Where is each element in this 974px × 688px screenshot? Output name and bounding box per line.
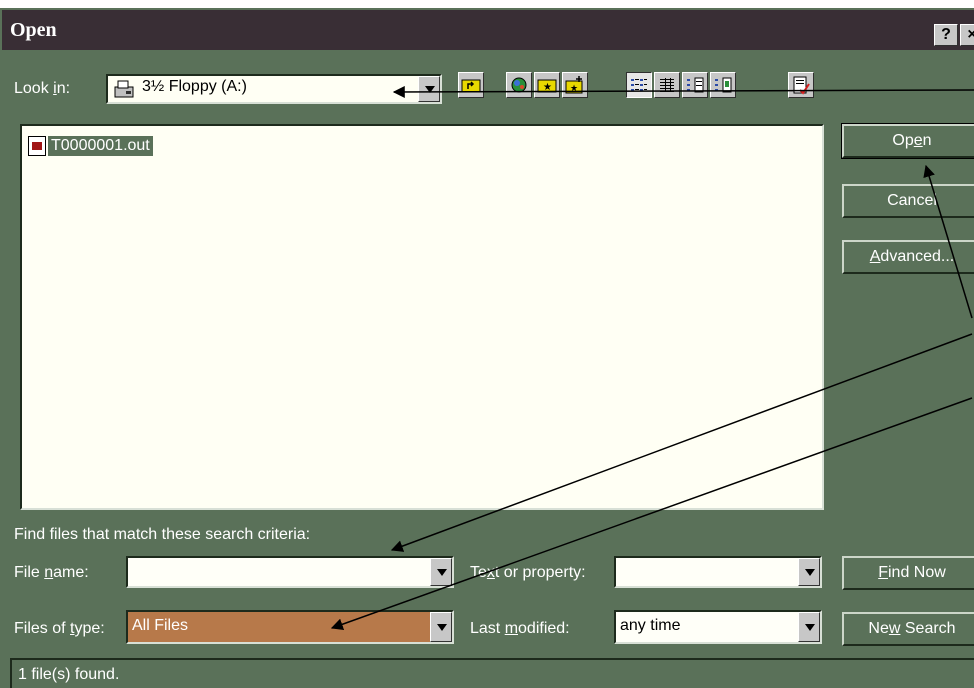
file-name-label: File name: xyxy=(14,564,89,581)
files-of-type-dropdown-arrow[interactable] xyxy=(430,612,452,642)
preview-view-icon[interactable] xyxy=(710,72,736,98)
look-in-dropdown-arrow[interactable] xyxy=(418,76,440,102)
look-in-value: 3½ Floppy (A:) xyxy=(142,78,247,95)
commands-and-settings-icon[interactable] xyxy=(788,72,814,98)
open-dialog: Open ? × Look in: 3½ Floppy (A:) ★ ★ T00… xyxy=(0,0,974,688)
text-property-label: Text or property: xyxy=(470,564,586,581)
look-in-combo[interactable]: 3½ Floppy (A:) xyxy=(106,74,442,104)
close-button[interactable]: × xyxy=(960,24,974,46)
text-property-dropdown-arrow[interactable] xyxy=(798,558,820,586)
help-button[interactable]: ? xyxy=(934,24,958,46)
search-web-icon[interactable] xyxy=(506,72,532,98)
files-of-type-combo[interactable]: All Files xyxy=(126,610,454,644)
out-file-icon xyxy=(28,136,46,156)
search-criteria-heading: Find files that match these search crite… xyxy=(14,526,311,543)
window-title: Open xyxy=(10,19,57,41)
files-of-type-value: All Files xyxy=(132,617,189,634)
new-search-button[interactable]: New Search xyxy=(842,612,974,646)
add-to-favorites-icon[interactable]: ★ xyxy=(562,72,588,98)
details-view-icon[interactable] xyxy=(654,72,680,98)
open-button[interactable]: Open xyxy=(841,123,974,159)
title-bar[interactable]: Open ? × xyxy=(2,10,974,50)
up-one-level-icon[interactable] xyxy=(458,72,484,98)
advanced-button[interactable]: Advanced... xyxy=(842,240,974,274)
svg-text:★: ★ xyxy=(543,82,552,93)
svg-text:★: ★ xyxy=(570,84,578,94)
file-list[interactable]: T0000001.out xyxy=(20,124,824,510)
find-now-button[interactable]: Find Now xyxy=(842,556,974,590)
last-modified-combo[interactable]: any time xyxy=(614,610,822,644)
last-modified-dropdown-arrow[interactable] xyxy=(798,612,820,642)
properties-view-icon[interactable] xyxy=(682,72,708,98)
file-name-dropdown-arrow[interactable] xyxy=(430,558,452,586)
text-property-combo[interactable] xyxy=(614,556,822,588)
last-modified-label: Last modified: xyxy=(470,620,570,637)
cancel-button[interactable]: Cancel xyxy=(842,184,974,218)
last-modified-value: any time xyxy=(620,617,681,634)
screen-top-edge xyxy=(0,0,974,8)
floppy-drive-icon xyxy=(114,79,134,99)
status-text: 1 file(s) found. xyxy=(18,666,120,683)
file-name: T0000001.out xyxy=(48,136,153,156)
look-in-label: Look in: xyxy=(14,80,71,97)
list-item[interactable]: T0000001.out xyxy=(28,134,153,158)
files-of-type-label: Files of type: xyxy=(14,620,105,637)
look-in-favorites-icon[interactable]: ★ xyxy=(534,72,560,98)
list-view-icon[interactable] xyxy=(626,72,652,98)
file-name-combo[interactable] xyxy=(126,556,454,588)
status-bar: 1 file(s) found. xyxy=(10,658,974,688)
